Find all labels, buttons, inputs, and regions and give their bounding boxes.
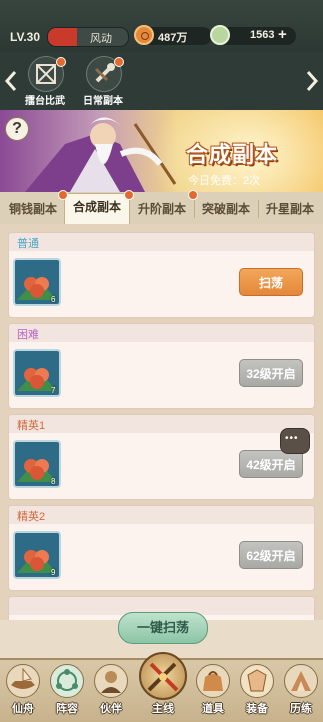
nav-equipment-label: 装备	[246, 703, 268, 715]
tab-star-dungeon[interactable]: 升星副本	[259, 196, 321, 224]
tab-alert-dot	[58, 190, 68, 200]
nav-main-story[interactable]: 主线	[137, 652, 189, 720]
tab-ascension-dungeon[interactable]: 升阶副本	[130, 196, 194, 224]
banner-title: 合成副本	[186, 142, 279, 167]
chat-bubble-icon[interactable]	[280, 428, 310, 454]
nav-main-story-label: 主线	[152, 703, 174, 715]
stage-list[interactable]: 普通 6 扫荡 困难 7 32级开启 精英1 8 42级开启 精英2 9 62级…	[0, 224, 323, 620]
formation-icon	[50, 664, 84, 698]
tab-alert-dot	[188, 190, 198, 200]
crossed-swords-icon	[139, 652, 187, 700]
locked-stage-button[interactable]: 42级开启	[239, 450, 303, 478]
locked-stage-button[interactable]: 32级开启	[239, 359, 303, 387]
nav-partner-label: 伙伴	[100, 703, 122, 715]
daily-dungeon-alert-dot	[114, 57, 124, 67]
stage-card-normal: 普通 6 扫荡	[8, 232, 315, 318]
help-button[interactable]: ?	[5, 117, 29, 141]
power-bar-fill	[48, 28, 77, 46]
tab-breakthrough-dungeon[interactable]: 突破副本	[195, 196, 257, 224]
reward-count: 9	[51, 568, 56, 577]
stage-header	[9, 415, 314, 433]
arena-alert-dot	[56, 57, 66, 67]
equipment-icon	[240, 664, 274, 698]
bag-icon	[196, 664, 230, 698]
tab-copper-dungeon[interactable]: 铜钱副本	[2, 196, 64, 224]
coin-icon	[134, 25, 154, 45]
next-arrow-icon[interactable]	[305, 70, 319, 92]
partner-icon	[94, 664, 128, 698]
jade-icon	[210, 25, 230, 45]
power-bar-label: 风动	[90, 33, 112, 45]
jade-value: 1563	[250, 29, 275, 41]
training-icon	[284, 664, 318, 698]
sweep-all-button[interactable]: 一键扫荡	[118, 612, 208, 644]
mode-daily-dungeon-label: 日常副本	[83, 96, 123, 107]
nav-training[interactable]: 历练	[281, 662, 321, 720]
nav-items[interactable]: 道具	[193, 662, 233, 720]
mode-arena[interactable]: 擂台比武	[14, 54, 76, 108]
reward-count: 8	[51, 477, 56, 486]
player-level: LV.30	[10, 30, 41, 44]
stage-header	[9, 324, 314, 342]
power-bar: 风动	[47, 27, 129, 47]
locked-stage-button[interactable]: 62级开启	[239, 541, 303, 569]
stage-card-hard: 困难 7 32级开启	[8, 323, 315, 409]
nav-formation[interactable]: 阵容	[47, 662, 87, 720]
nav-ship-label: 仙舟	[12, 703, 34, 715]
stage-card-elite-2: 精英2 9 62级开启	[8, 505, 315, 591]
free-attempts-text: 今日免费：2次	[188, 175, 261, 187]
stage-name: 精英1	[17, 420, 46, 432]
tab-alert-dot	[124, 190, 134, 200]
reward-count: 6	[51, 295, 56, 304]
nav-ship[interactable]: 仙舟	[3, 662, 43, 720]
ship-icon	[6, 664, 40, 698]
sage-character-art	[25, 117, 177, 192]
tab-synthesis-dungeon[interactable]: 合成副本	[64, 193, 130, 224]
nav-equipment[interactable]: 装备	[237, 662, 277, 720]
coin-value: 487万	[158, 32, 188, 44]
nav-formation-label: 阵容	[56, 703, 78, 715]
stage-header	[9, 506, 314, 524]
mode-daily-dungeon[interactable]: 日常副本	[72, 54, 134, 108]
nav-training-label: 历练	[290, 703, 312, 715]
stage-name: 精英2	[17, 511, 46, 523]
sweep-button[interactable]: 扫荡	[239, 268, 303, 296]
reward-count: 7	[51, 386, 56, 395]
nav-partner[interactable]: 伙伴	[91, 662, 131, 720]
nav-items-label: 道具	[202, 703, 224, 715]
mode-arena-label: 擂台比武	[25, 96, 65, 107]
stage-header	[9, 233, 314, 251]
stage-card-elite-1: 精英1 8 42级开启	[8, 414, 315, 500]
stage-name: 困难	[17, 329, 39, 341]
stage-name: 普通	[17, 238, 39, 250]
add-jade-button[interactable]: +	[278, 26, 287, 43]
